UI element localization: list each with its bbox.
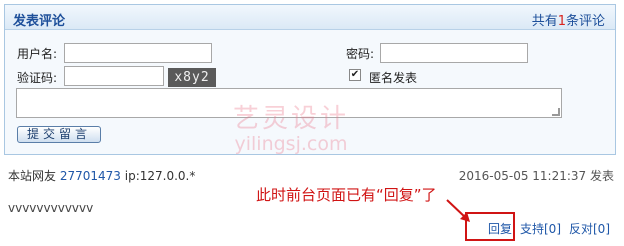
anonymous-label: 匿名发表 (369, 71, 418, 85)
reply-link[interactable]: 回复 (488, 220, 512, 237)
comment-body: vvvvvvvvvvvv (8, 201, 94, 215)
password-input[interactable] (380, 43, 528, 63)
comment-textarea[interactable] (16, 88, 562, 118)
captcha-input[interactable] (64, 66, 164, 86)
submit-button[interactable]: 提交留言 (17, 126, 101, 143)
comment-timestamp: 2016-05-05 11:21:37 发表 (458, 169, 614, 183)
count-prefix: 共有 (531, 14, 558, 29)
comment-count: 共有1条评论 (532, 10, 605, 29)
comment-author-line: 本站网友 27701473 ip:127.0.0.* (8, 167, 195, 184)
panel-title: 发表评论 (13, 14, 66, 29)
support-link[interactable]: 支持[0] (520, 220, 561, 237)
count-suffix: 条评论 (565, 14, 605, 29)
captcha-label: 验证码: (17, 71, 58, 85)
username-label: 用户名: (17, 47, 58, 61)
author-ip: ip:127.0.0.* (124, 169, 196, 183)
annotation-text: 此时前台页面已有“回复”了 (256, 186, 437, 204)
anonymous-checkbox[interactable]: ✔ (349, 69, 361, 81)
panel-header: 发表评论 共有1条评论 (5, 5, 615, 30)
count-number: 1 (557, 14, 566, 29)
password-label: 密码: (346, 47, 375, 61)
username-input[interactable] (64, 43, 212, 63)
resize-grip-icon[interactable] (552, 108, 560, 116)
author-prefix: 本站网友 (8, 169, 57, 183)
captcha-image[interactable]: x8y2 (168, 68, 216, 87)
oppose-link[interactable]: 反对[0] (569, 220, 610, 237)
author-link[interactable]: 27701473 (60, 169, 121, 183)
